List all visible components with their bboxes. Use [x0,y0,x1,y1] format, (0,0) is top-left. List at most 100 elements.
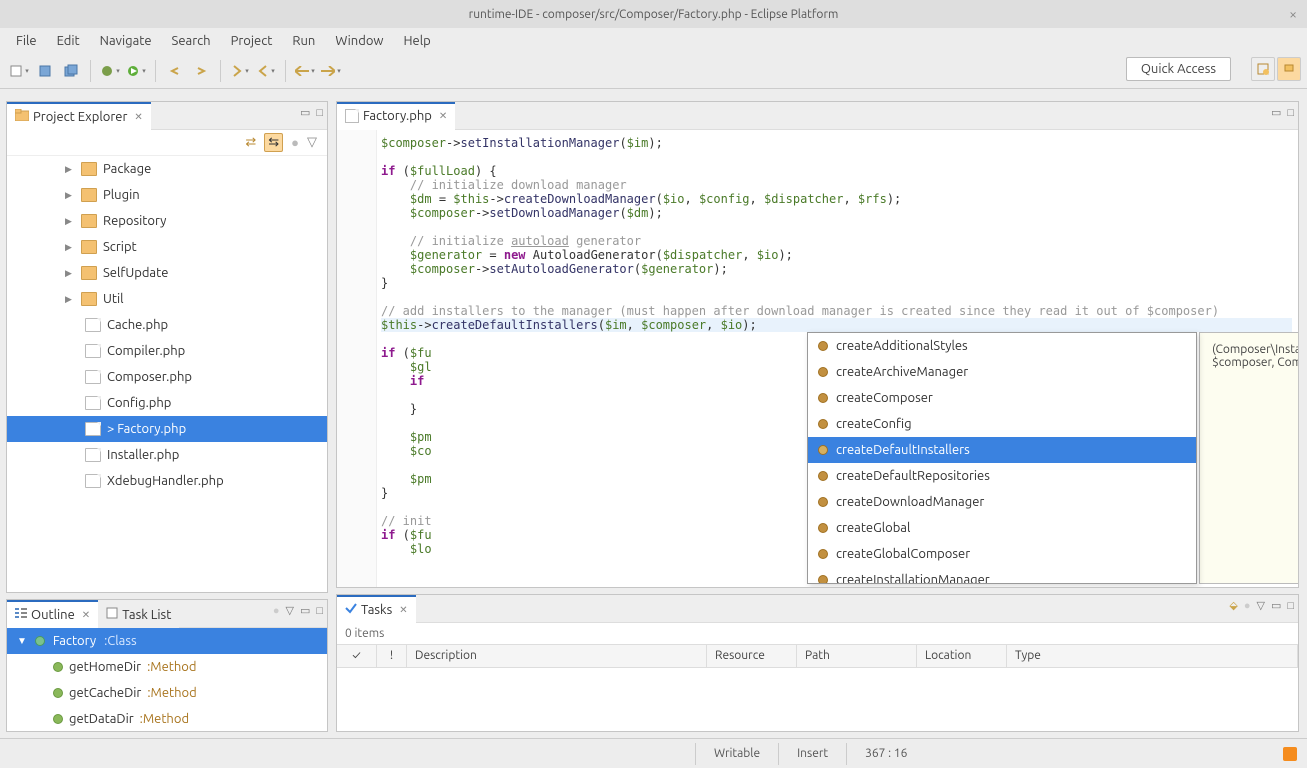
menu-window[interactable]: Window [325,30,393,52]
status-writable: Writable [695,743,778,765]
focus-icon[interactable]: ● [1244,600,1251,612]
file-icon [85,370,101,384]
project-tree[interactable]: ▶Package ▶Plugin ▶Repository ▶Script ▶Se… [7,156,327,592]
completion-item-selected[interactable]: createDefaultInstallers [808,437,1196,463]
minimize-icon[interactable]: ▭ [300,106,310,119]
tree-file[interactable]: Cache.php [7,312,327,338]
rss-icon[interactable] [1283,747,1297,761]
folder-icon [81,240,97,254]
folder-icon [81,214,97,228]
minimize-icon[interactable]: ▭ [1271,106,1281,119]
separator [90,60,91,82]
col-path[interactable]: Path [797,645,917,667]
completion-item[interactable]: createComposer [808,385,1196,411]
close-icon[interactable]: × [1289,6,1297,22]
completion-item[interactable]: createGlobalComposer [808,541,1196,567]
open-perspective-icon[interactable] [1251,57,1275,81]
folder-icon [81,266,97,280]
view-menu-icon[interactable]: ▽ [307,135,317,150]
menu-run[interactable]: Run [282,30,325,52]
close-icon[interactable]: ✕ [134,111,142,123]
next-annotation-icon[interactable]: ▾ [229,60,251,82]
tree-file-selected[interactable]: > Factory.php [7,416,327,442]
quick-access[interactable]: Quick Access [1126,57,1231,81]
autocomplete-popup[interactable]: createAdditionalStyles createArchiveMana… [807,332,1197,584]
undo-icon[interactable] [164,60,186,82]
prev-annotation-icon[interactable]: ▾ [255,60,277,82]
focus-task-icon[interactable]: ● [291,135,299,150]
tab-tasks[interactable]: Tasks ✕ [337,595,416,623]
tree-folder[interactable]: ▶Script [7,234,327,260]
filter-icon[interactable]: ⬙ [1229,599,1237,612]
maximize-icon[interactable]: □ [1287,107,1294,119]
tasks-panel: Tasks ✕ ⬙ ● ▽ ▭ □ 0 items ✓ ! Descriptio… [336,594,1299,732]
view-menu-icon[interactable]: ▽ [1256,599,1264,612]
minimize-icon[interactable]: ▭ [300,604,310,617]
col-complete[interactable]: ✓ [337,645,377,667]
outline-tree[interactable]: ▼ Factory :Class getHomeDir :Method getC… [7,628,327,731]
method-icon [818,497,828,507]
link-editor-icon[interactable]: ⇆ [264,133,283,152]
folder-icon [81,188,97,202]
collapse-all-icon[interactable]: ⇄ [245,135,256,150]
completion-item[interactable]: createDownloadManager [808,489,1196,515]
minimize-icon[interactable]: ▭ [1271,599,1281,612]
save-all-icon[interactable] [60,60,82,82]
editor-tab[interactable]: Factory.php ✕ [337,102,455,130]
class-icon [35,636,45,646]
menu-edit[interactable]: Edit [47,30,90,52]
run-icon[interactable]: ▾ [125,60,147,82]
menu-project[interactable]: Project [221,30,283,52]
maximize-icon[interactable]: □ [1287,600,1294,612]
col-priority[interactable]: ! [377,645,407,667]
close-icon[interactable]: ✕ [399,604,407,616]
tree-folder[interactable]: ▶Plugin [7,182,327,208]
col-resource[interactable]: Resource [707,645,797,667]
tree-file[interactable]: Installer.php [7,442,327,468]
tree-folder[interactable]: ▶Package [7,156,327,182]
menu-help[interactable]: Help [394,30,441,52]
tree-file[interactable]: Compiler.php [7,338,327,364]
maximize-icon[interactable]: □ [316,605,323,617]
method-icon [818,523,828,533]
tree-folder[interactable]: ▶SelfUpdate [7,260,327,286]
close-icon[interactable]: ✕ [439,110,447,122]
method-icon [818,341,828,351]
new-icon[interactable]: ▾ [8,60,30,82]
debug-icon[interactable]: ▾ [99,60,121,82]
outline-method[interactable]: getHomeDir :Method [7,654,327,680]
tree-file[interactable]: XdebugHandler.php [7,468,327,494]
tab-task-list[interactable]: Task List [98,600,179,628]
outline-method[interactable]: getCacheDir :Method [7,680,327,706]
col-location[interactable]: Location [917,645,1007,667]
completion-item[interactable]: createInstallationManager [808,567,1196,584]
tree-folder[interactable]: ▶Repository [7,208,327,234]
menu-search[interactable]: Search [162,30,221,52]
resource-perspective-icon[interactable] [1277,57,1301,81]
maximize-icon[interactable]: □ [316,107,323,119]
completion-item[interactable]: createAdditionalStyles [808,333,1196,359]
menu-file[interactable]: File [6,30,47,52]
redo-icon[interactable] [190,60,212,82]
tab-outline[interactable]: Outline ✕ [7,600,98,628]
view-menu-icon[interactable]: ▽ [285,604,293,617]
forward-icon[interactable]: ▾ [320,60,342,82]
completion-item[interactable]: createDefaultRepositories [808,463,1196,489]
completion-item[interactable]: createConfig [808,411,1196,437]
completion-item[interactable]: createArchiveManager [808,359,1196,385]
completion-item[interactable]: createGlobal [808,515,1196,541]
tab-project-explorer[interactable]: Project Explorer ✕ [7,102,151,130]
focus-icon[interactable]: ● [273,605,280,617]
back-icon[interactable]: ▾ [294,60,316,82]
outline-class-header[interactable]: ▼ Factory :Class [7,628,327,654]
outline-method[interactable]: getDataDir :Method [7,706,327,731]
tab-label: Tasks [361,603,392,617]
tree-folder[interactable]: ▶Util [7,286,327,312]
tree-file[interactable]: Config.php [7,390,327,416]
col-type[interactable]: Type [1007,645,1298,667]
tree-file[interactable]: Composer.php [7,364,327,390]
menu-navigate[interactable]: Navigate [90,30,162,52]
close-icon[interactable]: ✕ [82,609,90,621]
save-icon[interactable] [34,60,56,82]
col-description[interactable]: Description [407,645,707,667]
